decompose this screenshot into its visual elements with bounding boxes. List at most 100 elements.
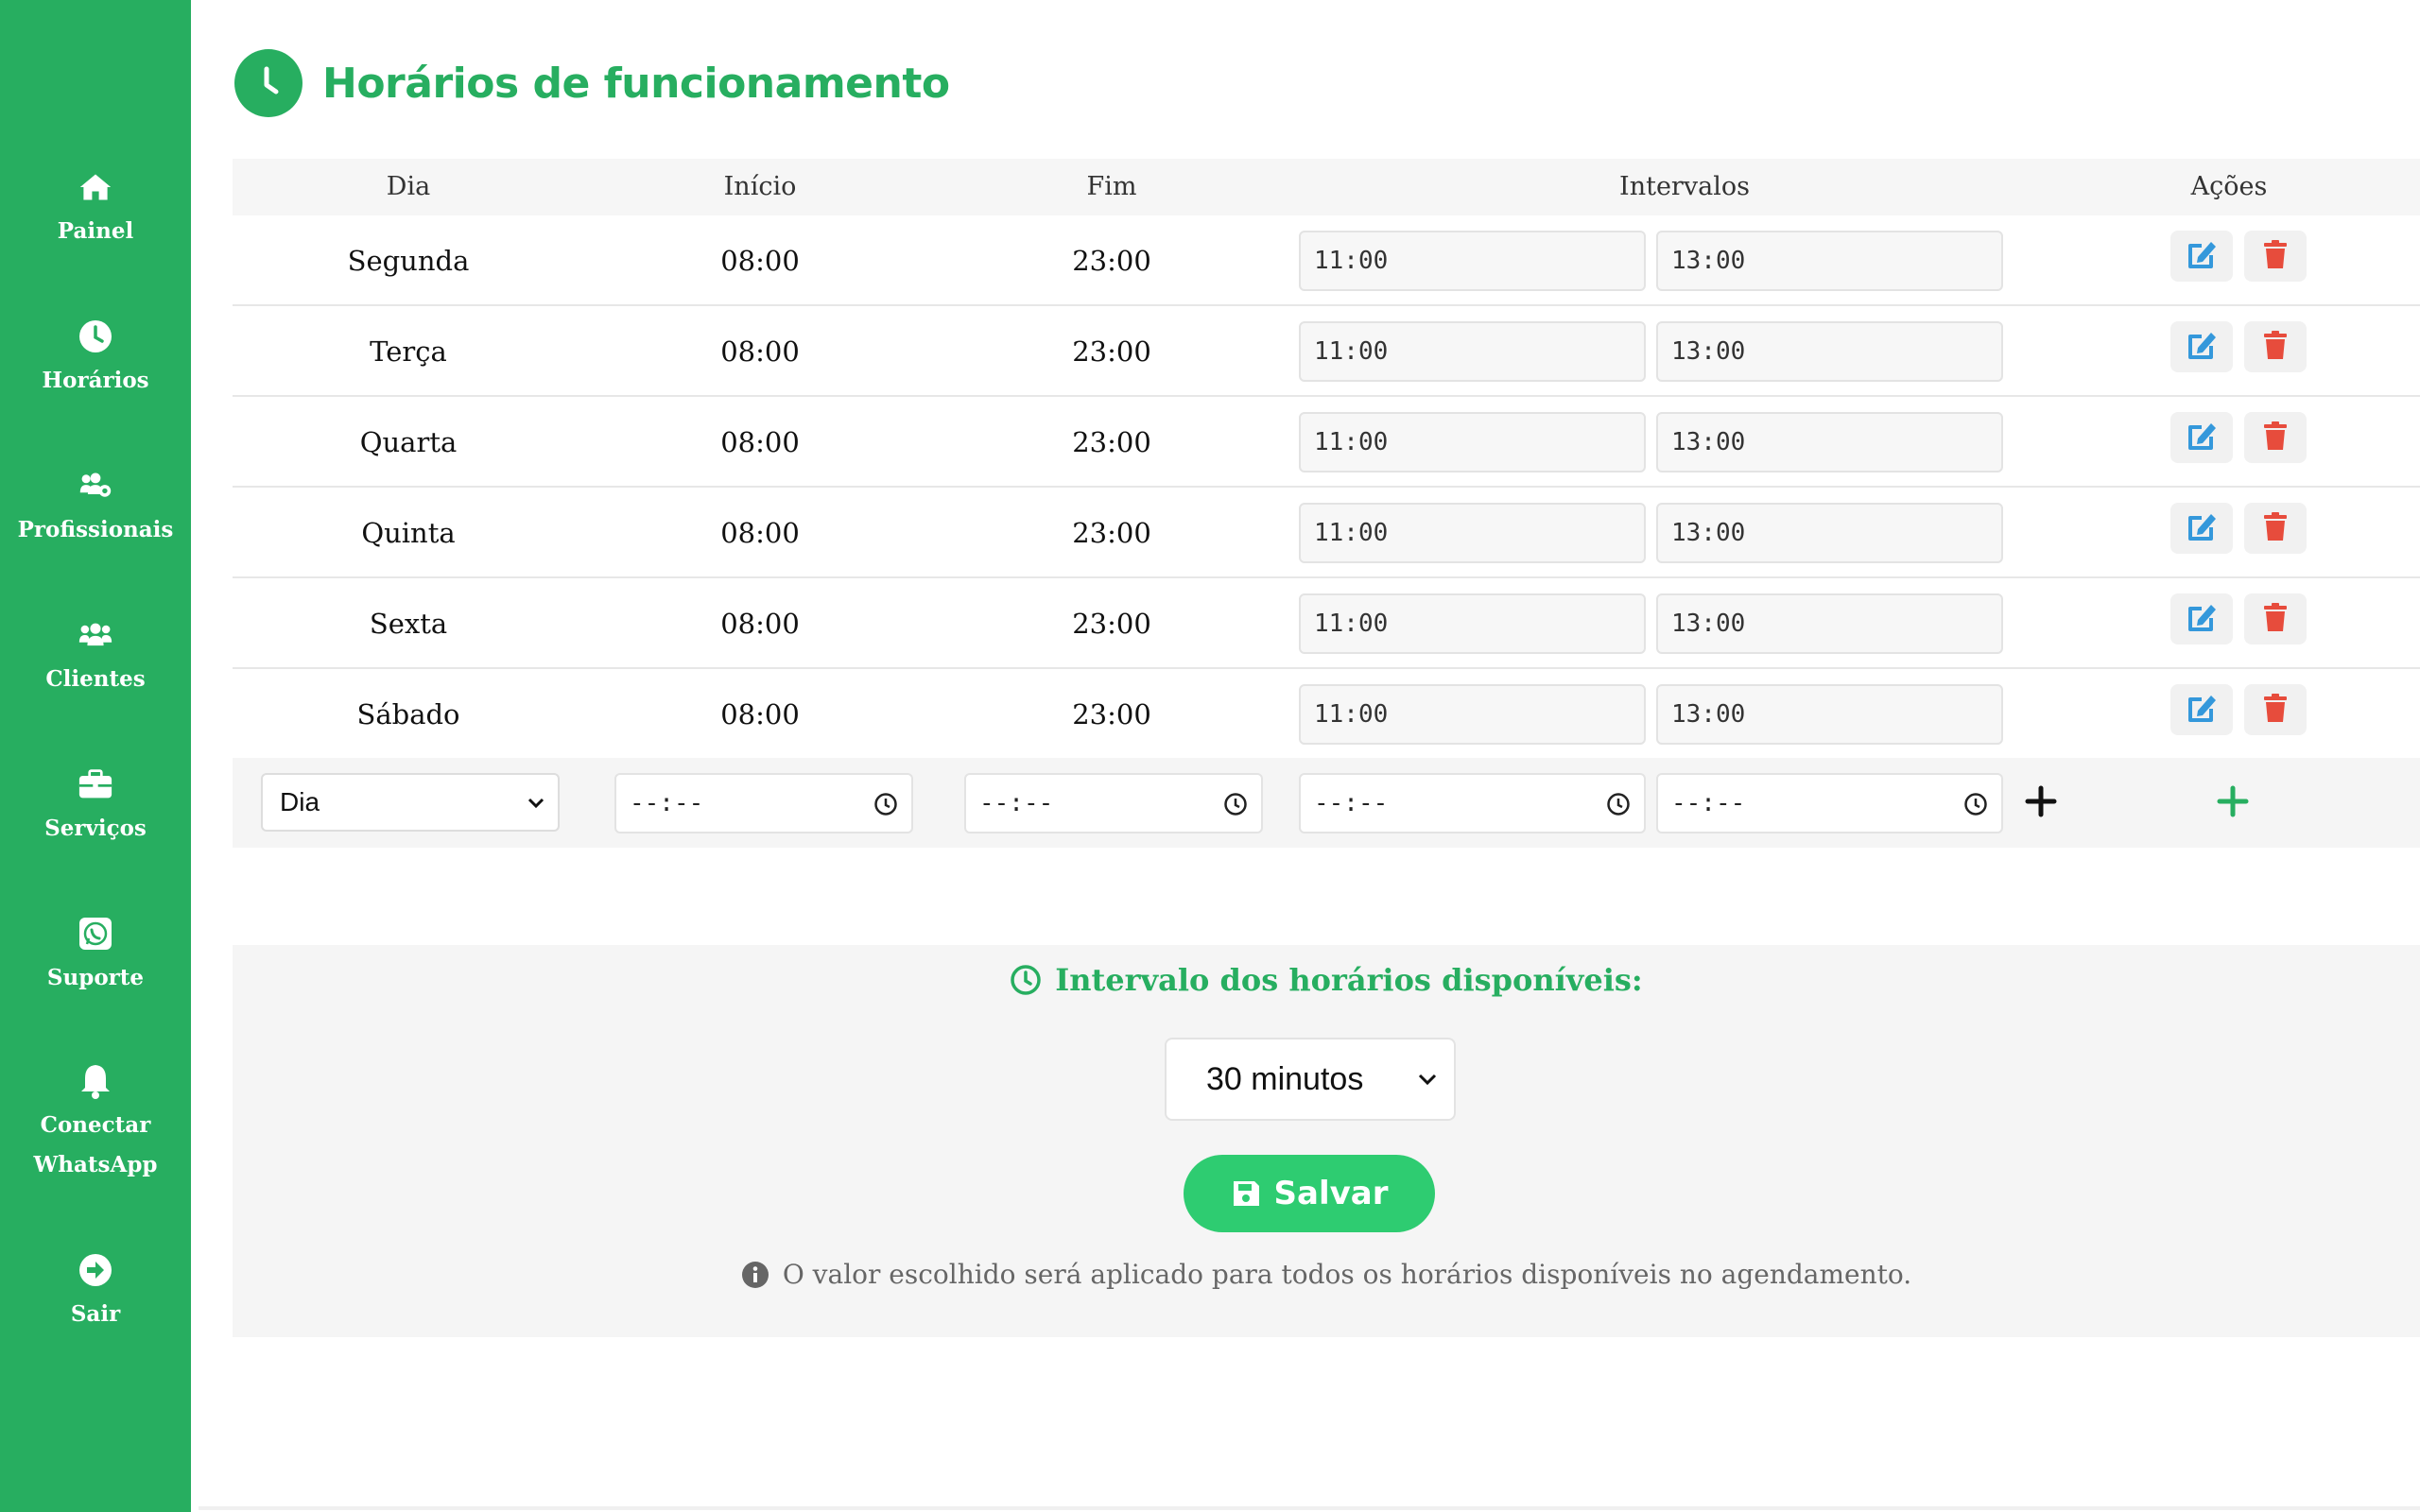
edit-button[interactable] (2170, 503, 2233, 554)
end-time-placeholder: --:-- (979, 789, 1054, 817)
save-icon (1233, 1181, 1259, 1206)
row-interval-start[interactable]: 11:00 (1299, 412, 1646, 472)
interval-start-input[interactable]: --:-- (1299, 773, 1646, 833)
edit-button[interactable] (2170, 231, 2233, 282)
interval-select-value: 30 minutos (1206, 1061, 1364, 1097)
bell-icon (78, 1064, 112, 1099)
trash-icon (2262, 602, 2289, 636)
row-day: Quarta (359, 426, 458, 458)
sidebar-item-label: Profissionais (17, 517, 174, 542)
row-interval-start[interactable]: 11:00 (1299, 231, 1646, 291)
delete-button[interactable] (2244, 231, 2307, 282)
page-title: Horários de funcionamento (322, 59, 950, 108)
row-end-time: 23:00 (1072, 426, 1151, 458)
row-interval-end[interactable]: 13:00 (1656, 684, 2003, 745)
edit-button[interactable] (2170, 321, 2233, 372)
sidebar-item-label: Clientes (45, 666, 146, 692)
clock-icon (1224, 793, 1247, 816)
save-button[interactable]: Salvar (1184, 1155, 1435, 1232)
table-row: Quarta 08:00 23:00 11:00 13:00 (233, 397, 2420, 488)
edit-icon (2185, 329, 2219, 365)
table-row: Quinta 08:00 23:00 11:00 13:00 (233, 488, 2420, 578)
trash-icon (2262, 511, 2289, 545)
row-end-time: 23:00 (1072, 517, 1151, 549)
column-header-intervalos: Intervalos (1619, 172, 1750, 201)
edit-button[interactable] (2170, 593, 2233, 644)
table-header: Dia Início Fim Intervalos Ações (233, 159, 2420, 215)
table-row: Sexta 08:00 23:00 11:00 13:00 (233, 578, 2420, 669)
row-end-time: 23:00 (1072, 335, 1151, 368)
row-interval-end[interactable]: 13:00 (1656, 231, 2003, 291)
row-start-time: 08:00 (720, 335, 800, 368)
interval-title-text: Intervalo dos horários disponíveis: (1055, 962, 1643, 998)
trash-icon (2262, 330, 2289, 364)
interval-note-text: O valor escolhido será aplicado para tod… (782, 1259, 1912, 1290)
row-interval-end[interactable]: 13:00 (1656, 321, 2003, 382)
sidebar-item-profissionais[interactable]: Profissionais (0, 469, 191, 550)
delete-button[interactable] (2244, 684, 2307, 735)
row-interval-end[interactable]: 13:00 (1656, 593, 2003, 654)
sidebar-item-suporte[interactable]: Suporte (0, 917, 191, 998)
page-header: Horários de funcionamento (234, 49, 950, 117)
row-start-time: 08:00 (720, 698, 800, 730)
add-schedule-icon[interactable] (2217, 785, 2249, 817)
row-end-time: 23:00 (1072, 245, 1151, 277)
row-end-time: 23:00 (1072, 608, 1151, 640)
table-row: Segunda 08:00 23:00 11:00 13:00 (233, 215, 2420, 306)
edit-icon (2185, 601, 2219, 637)
trash-icon (2262, 421, 2289, 455)
bottom-divider (199, 1506, 2420, 1510)
row-interval-start[interactable]: 11:00 (1299, 503, 1646, 563)
sidebar-item-conectar-whatsapp[interactable]: Conectar WhatsApp (0, 1064, 191, 1185)
row-interval-start[interactable]: 11:00 (1299, 593, 1646, 654)
users-icon (78, 618, 112, 652)
row-day: Sexta (369, 608, 448, 640)
row-interval-start[interactable]: 11:00 (1299, 684, 1646, 745)
edit-button[interactable] (2170, 412, 2233, 463)
clock-icon (1011, 965, 1042, 995)
column-header-dia: Dia (386, 172, 431, 201)
row-start-time: 08:00 (720, 517, 800, 549)
delete-button[interactable] (2244, 412, 2307, 463)
sidebar-item-servicos[interactable]: Serviços (0, 767, 191, 849)
clock-icon (1607, 793, 1630, 816)
row-day: Quinta (361, 517, 456, 549)
interval-end-input[interactable]: --:-- (1656, 773, 2003, 833)
row-interval-start[interactable]: 11:00 (1299, 321, 1646, 382)
edit-button[interactable] (2170, 684, 2233, 735)
row-interval-end[interactable]: 13:00 (1656, 503, 2003, 563)
interval-end-placeholder: --:-- (1671, 789, 1746, 817)
sidebar: Painel Horários Profissionais Clientes S… (0, 0, 191, 1512)
new-schedule-row: Dia --:-- --:-- --:-- --:-- (233, 758, 2420, 848)
row-end-time: 23:00 (1072, 698, 1151, 730)
start-time-input[interactable]: --:-- (614, 773, 913, 833)
row-start-time: 08:00 (720, 426, 800, 458)
sidebar-item-label: Painel (57, 218, 134, 244)
delete-button[interactable] (2244, 321, 2307, 372)
interval-title: Intervalo dos horários disponíveis: (233, 962, 2420, 998)
row-start-time: 08:00 (720, 608, 800, 640)
sidebar-item-label: Suporte (46, 965, 145, 990)
column-header-acoes: Ações (2190, 172, 2268, 201)
sign-out-icon (78, 1253, 112, 1287)
end-time-input[interactable]: --:-- (964, 773, 1263, 833)
day-select[interactable]: Dia (261, 773, 560, 832)
start-time-placeholder: --:-- (630, 789, 704, 817)
row-day: Segunda (347, 245, 470, 277)
edit-icon (2185, 510, 2219, 546)
add-interval-icon[interactable] (2025, 785, 2057, 817)
sidebar-item-painel[interactable]: Painel (0, 170, 191, 251)
day-select-value: Dia (280, 787, 320, 816)
sidebar-item-sair[interactable]: Sair (0, 1253, 191, 1334)
row-interval-end[interactable]: 13:00 (1656, 412, 2003, 472)
delete-button[interactable] (2244, 503, 2307, 554)
sidebar-item-clientes[interactable]: Clientes (0, 618, 191, 699)
interval-select[interactable]: 30 minutos (1165, 1038, 1456, 1121)
delete-button[interactable] (2244, 593, 2307, 644)
row-day: Sábado (356, 698, 460, 730)
sidebar-item-label: Serviços (44, 816, 147, 841)
sidebar-item-label: Sair (70, 1301, 121, 1327)
sidebar-item-horarios[interactable]: Horários (0, 319, 191, 401)
table-row: Sábado 08:00 23:00 11:00 13:00 (233, 669, 2420, 760)
row-start-time: 08:00 (720, 245, 800, 277)
